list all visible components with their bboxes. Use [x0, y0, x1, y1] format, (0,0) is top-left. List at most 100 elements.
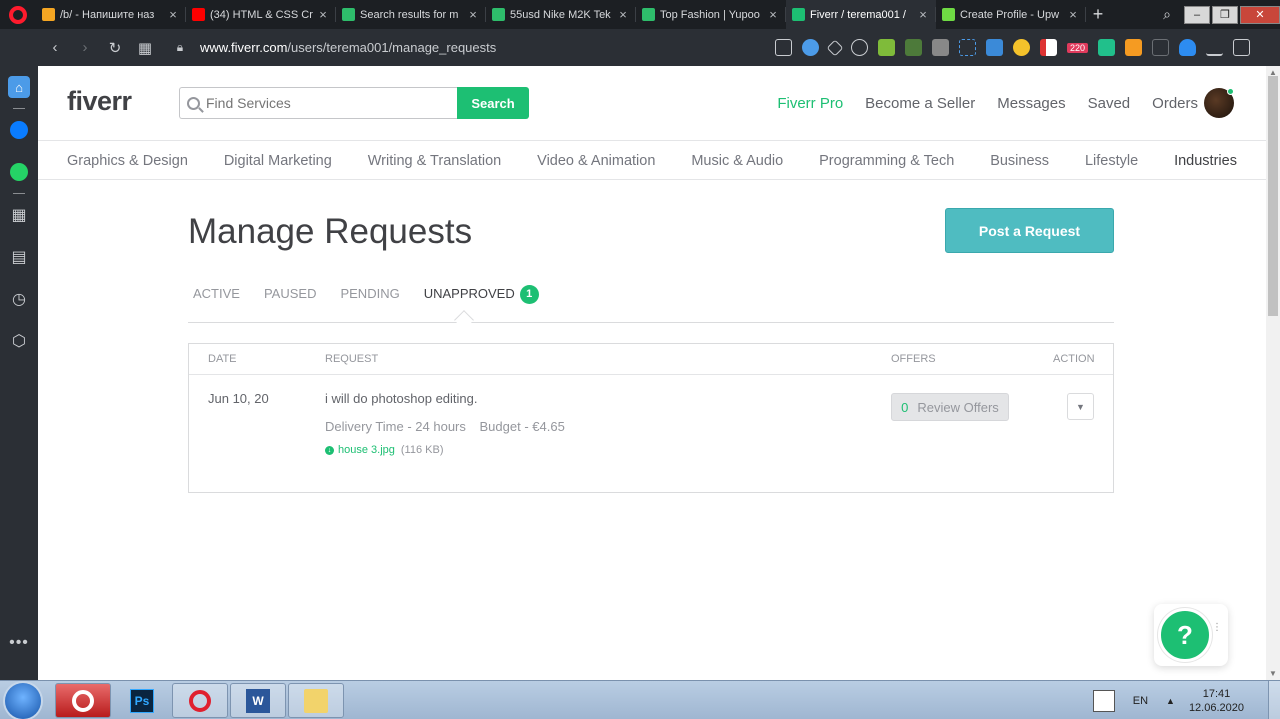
sidebar-history[interactable]: ◷ [0, 278, 38, 320]
heart-icon[interactable] [850, 39, 868, 56]
extension-pen-icon[interactable] [931, 39, 949, 56]
column-date: DATE [208, 353, 237, 365]
tab-close-icon[interactable]: × [166, 7, 180, 22]
browser-tab-4[interactable]: Top Fashion | Yupoo × [636, 0, 786, 29]
extension-shield-icon[interactable] [877, 39, 895, 56]
tab-close-icon[interactable]: × [766, 7, 780, 22]
start-button-icon[interactable] [5, 683, 41, 719]
sidebar-speed-dial[interactable]: ▦ [0, 194, 38, 236]
taskbar-photoshop[interactable]: Ps [114, 683, 170, 718]
browser-tab-0[interactable]: /b/ - Напишите наз × [36, 0, 186, 29]
sidebar-more-icon[interactable]: ••• [0, 634, 38, 652]
tray-expand-icon[interactable]: ▲ [1166, 696, 1175, 706]
language-indicator[interactable]: EN [1133, 695, 1148, 707]
pen-tray-icon[interactable] [1092, 689, 1115, 712]
vpn-shield-icon[interactable] [801, 39, 819, 56]
search-input[interactable] [206, 95, 446, 111]
browser-tab-2[interactable]: Search results for m × [336, 0, 486, 29]
category-digital-marketing[interactable]: Digital Marketing [224, 153, 332, 169]
category-writing-translation[interactable]: Writing & Translation [368, 153, 502, 169]
sidebar-messenger[interactable] [0, 109, 38, 151]
extension-move-icon[interactable] [1152, 39, 1169, 56]
extension-book-icon[interactable] [985, 39, 1003, 56]
tab-close-icon[interactable]: × [616, 7, 630, 22]
category-industries[interactable]: Industries [1174, 153, 1237, 169]
star-icon[interactable] [1012, 39, 1030, 56]
browser-tab-3[interactable]: 55usd Nike M2K Tek × [486, 0, 636, 29]
forward-icon[interactable]: › [70, 39, 100, 56]
help-drag-handle-icon[interactable]: ⋮ [1212, 623, 1222, 633]
snapshot-icon[interactable] [774, 39, 792, 56]
sidebar-home[interactable]: ⌂ [0, 66, 38, 108]
category-business[interactable]: Business [990, 153, 1049, 169]
settings-menu-icon[interactable] [1233, 39, 1250, 56]
scroll-down-icon[interactable]: ▼ [1266, 669, 1280, 678]
help-icon[interactable]: ? [1158, 608, 1212, 662]
extension-n-icon[interactable] [958, 39, 976, 56]
online-status-dot [1227, 88, 1234, 95]
taskbar-word[interactable]: W [230, 683, 286, 718]
extension-badge-220[interactable]: 220 [1066, 42, 1088, 53]
nav-saved[interactable]: Saved [1088, 95, 1131, 112]
tab-close-icon[interactable]: × [316, 7, 330, 22]
new-tab-button[interactable]: + [1086, 4, 1110, 25]
browser-tab-6[interactable]: Create Profile - Upw × [936, 0, 1086, 29]
show-desktop-button[interactable] [1268, 681, 1280, 719]
sidebar-whatsapp[interactable] [0, 151, 38, 193]
browser-tab-5[interactable]: Fiverr / terema001 / × [786, 0, 936, 29]
category-music-audio[interactable]: Music & Audio [691, 153, 783, 169]
review-offers-button[interactable]: 0 Review Offers [891, 393, 1009, 421]
extension-hammer-icon[interactable] [1125, 39, 1142, 56]
tab-paused[interactable]: PAUSED [264, 279, 317, 309]
url-field[interactable]: www.fiverr.com/users/terema001/manage_re… [200, 40, 496, 55]
attachment-name[interactable]: house 3.jpg [338, 444, 395, 456]
clock[interactable]: 17:41 12.06.2020 [1189, 687, 1244, 715]
clock-date: 12.06.2020 [1188, 701, 1244, 714]
tab-pending[interactable]: PENDING [340, 279, 399, 309]
nav-messages[interactable]: Messages [997, 95, 1065, 112]
taskbar-opera[interactable] [172, 683, 228, 718]
extension-security-icon[interactable] [1179, 39, 1196, 56]
download-icon[interactable] [1206, 39, 1223, 56]
tab-active[interactable]: ACTIVE [193, 279, 240, 309]
browser-tab-1[interactable]: (34) HTML & CSS Cr × [186, 0, 336, 29]
taskbar-opera-red[interactable] [55, 683, 111, 718]
category-video-animation[interactable]: Video & Animation [537, 153, 655, 169]
attachment[interactable]: ↓ house 3.jpg (116 KB) [325, 444, 443, 456]
window-close-icon[interactable]: ✕ [1240, 5, 1280, 24]
maximize-icon[interactable]: ❐ [1212, 5, 1238, 24]
sidebar-news[interactable]: ▤ [0, 236, 38, 278]
nav-fiverr-pro[interactable]: Fiverr Pro [777, 95, 843, 112]
page-scrollbar[interactable]: ▲ ▼ [1266, 66, 1280, 680]
tab-close-icon[interactable]: × [916, 7, 930, 22]
scroll-thumb[interactable] [1268, 76, 1278, 316]
tab-close-icon[interactable]: × [1066, 7, 1080, 22]
extension-leaf-icon[interactable] [1098, 39, 1115, 56]
category-graphics-design[interactable]: Graphics & Design [67, 153, 188, 169]
category-programming-tech[interactable]: Programming & Tech [819, 153, 954, 169]
opera-menu-icon[interactable] [0, 0, 36, 29]
tab-search-icon[interactable]: ⌕ [1152, 6, 1182, 23]
action-dropdown-button[interactable]: ▼ [1067, 393, 1094, 420]
nav-orders[interactable]: Orders [1152, 95, 1198, 112]
category-lifestyle[interactable]: Lifestyle [1085, 153, 1138, 169]
tab-close-icon[interactable]: × [466, 7, 480, 22]
minimize-icon[interactable]: – [1184, 5, 1210, 24]
extension-cube-icon[interactable] [904, 39, 922, 56]
speed-dial-icon[interactable]: ▦ [130, 39, 160, 57]
extension-red-icon[interactable] [1039, 39, 1057, 56]
search-button[interactable]: Search [457, 87, 529, 119]
cube-icon: ⬡ [12, 333, 26, 350]
nav-become-seller[interactable]: Become a Seller [865, 95, 975, 112]
lock-icon: 🔒︎ [176, 40, 184, 54]
fiverr-logo[interactable]: fiverr [67, 86, 132, 117]
reload-icon[interactable]: ↻ [100, 39, 130, 57]
taskbar-explorer[interactable] [288, 683, 344, 718]
help-widget[interactable]: ? ⋮ [1154, 604, 1228, 666]
sidebar-extensions[interactable]: ⬡ [0, 320, 38, 362]
back-icon[interactable]: ‹ [40, 39, 70, 56]
tab-title: (34) HTML & CSS Cr [210, 8, 313, 21]
send-icon[interactable] [826, 39, 844, 56]
tab-unapproved[interactable]: UNAPPROVED 1 [424, 279, 539, 309]
post-request-button[interactable]: Post a Request [945, 208, 1114, 253]
